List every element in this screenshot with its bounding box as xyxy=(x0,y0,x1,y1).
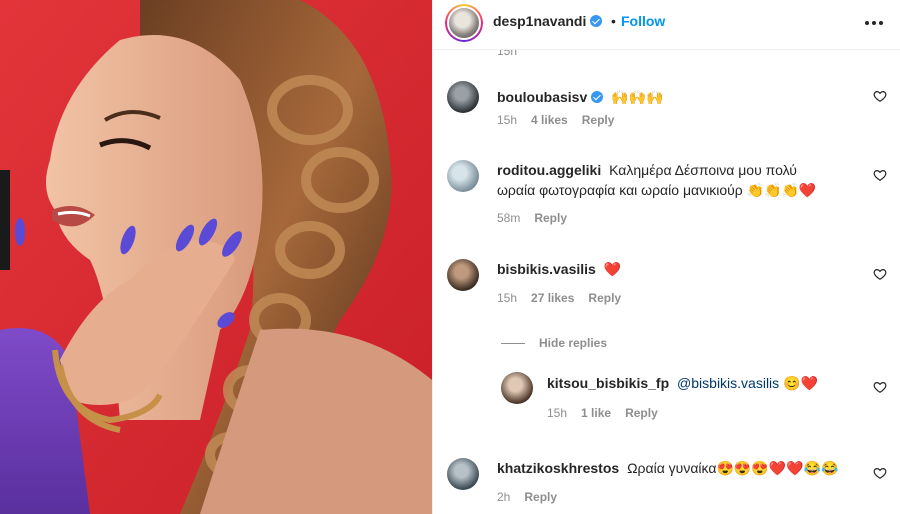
reply-button[interactable]: Reply xyxy=(588,291,621,305)
comment-text: 😊❤️ xyxy=(783,375,818,391)
comment-username[interactable]: roditou.aggeliki xyxy=(497,162,601,178)
like-heart-icon[interactable] xyxy=(873,89,887,103)
like-heart-icon[interactable] xyxy=(873,168,887,182)
post-header: desp1navandi • Follow xyxy=(433,0,900,50)
comment-time[interactable]: 15h xyxy=(497,113,517,127)
comment-username[interactable]: kitsou_bisbikis_fp xyxy=(547,375,669,391)
reply-button[interactable]: Reply xyxy=(625,406,658,420)
commenter-avatar[interactable] xyxy=(447,259,479,291)
author-username[interactable]: desp1navandi xyxy=(493,13,603,29)
verified-badge-icon xyxy=(591,91,604,103)
mention-link[interactable]: @bisbikis.vasilis xyxy=(677,375,779,391)
comment-meta: 15h 27 likes Reply xyxy=(497,291,635,305)
comment-time[interactable]: 2h xyxy=(497,490,510,504)
follow-button[interactable]: Follow xyxy=(621,13,665,29)
comment-likes[interactable]: 1 like xyxy=(581,406,611,420)
hide-replies-button[interactable]: Hide replies xyxy=(501,336,607,350)
comment-text: Ωραία γυναίκα😍😍😍❤️❤️😂😂 xyxy=(627,460,839,476)
like-heart-icon[interactable] xyxy=(873,466,887,480)
comment-time[interactable]: 58m xyxy=(497,211,520,225)
like-heart-icon[interactable] xyxy=(873,267,887,281)
author-avatar[interactable] xyxy=(445,4,483,42)
reply-button[interactable]: Reply xyxy=(534,211,567,225)
reply-button[interactable]: Reply xyxy=(524,490,557,504)
comment-text: ❤️ xyxy=(603,261,622,277)
comment-likes[interactable]: 27 likes xyxy=(531,291,574,305)
comment-meta: 15h 1 like Reply xyxy=(547,406,672,420)
comment-time[interactable]: 15h xyxy=(497,291,517,305)
comments-panel: desp1navandi • Follow 15h bouloubasisv 🙌… xyxy=(432,0,900,514)
like-heart-icon[interactable] xyxy=(873,380,887,394)
separator-dot: • xyxy=(611,13,616,29)
divider-line xyxy=(501,342,525,344)
commenter-avatar[interactable] xyxy=(447,458,479,490)
comment-meta: 2h Reply xyxy=(497,490,571,504)
comment-meta: 58m Reply xyxy=(497,211,581,225)
comment-text: 🙌🙌🙌 xyxy=(611,89,664,105)
commenter-avatar[interactable] xyxy=(447,81,479,113)
post-photo[interactable] xyxy=(0,0,432,514)
verified-badge-icon xyxy=(590,15,603,27)
comment-meta: 15h 4 likes Reply xyxy=(497,113,628,127)
comment-likes[interactable]: 4 likes xyxy=(531,113,568,127)
post-modal: desp1navandi • Follow 15h bouloubasisv 🙌… xyxy=(0,0,900,514)
comment-time[interactable]: 15h xyxy=(547,406,567,420)
portrait-illustration xyxy=(0,0,432,514)
comment-username[interactable]: khatzikoskhrestos xyxy=(497,460,619,476)
more-options-icon[interactable] xyxy=(861,10,887,36)
comment-username[interactable]: bouloubasisv xyxy=(497,89,604,105)
commenter-avatar[interactable] xyxy=(447,160,479,192)
reply-button[interactable]: Reply xyxy=(582,113,615,127)
comment-username[interactable]: bisbikis.vasilis xyxy=(497,261,596,277)
commenter-avatar[interactable] xyxy=(501,372,533,404)
